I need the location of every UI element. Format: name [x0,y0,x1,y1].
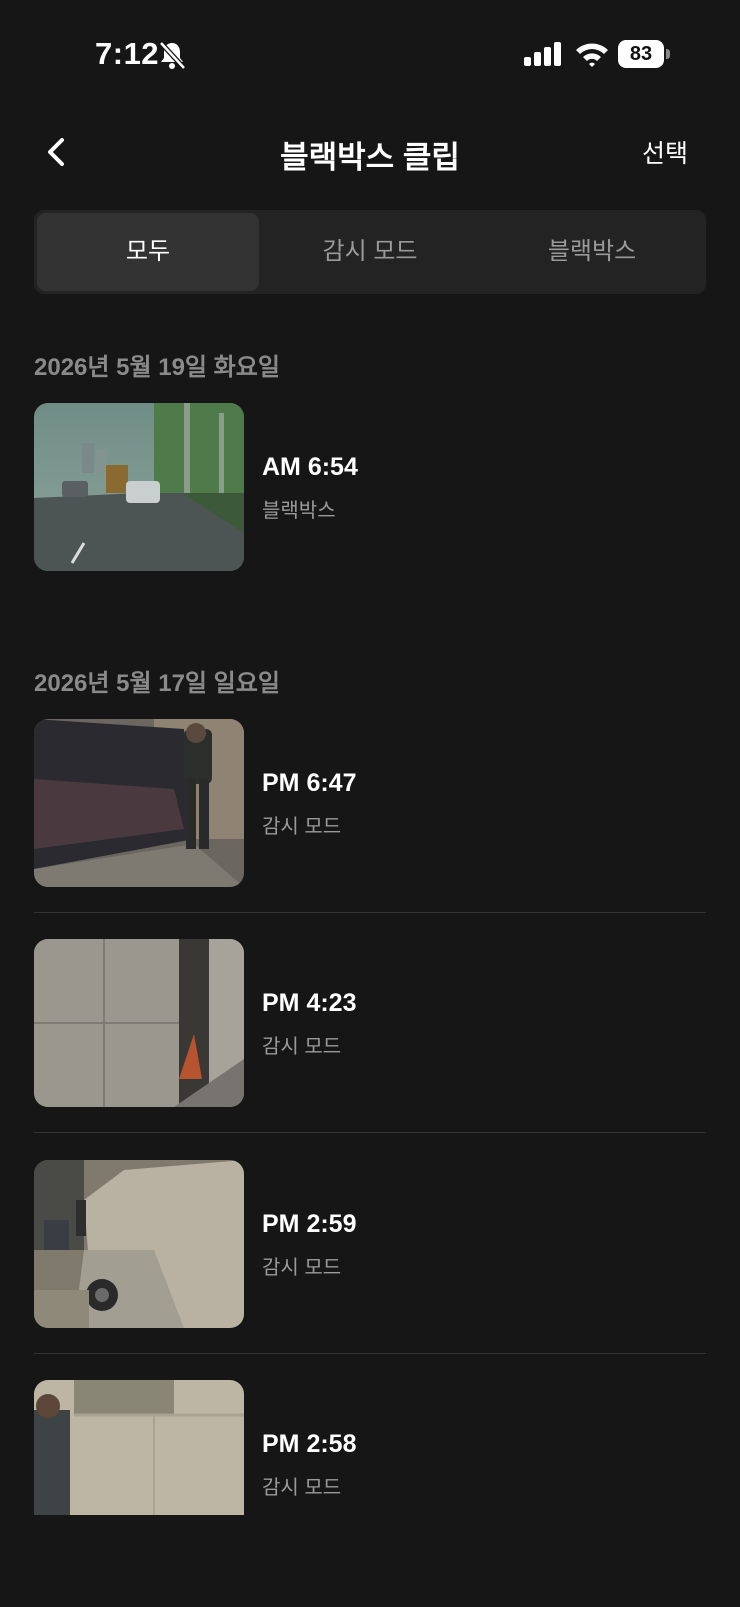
bell-muted-icon [158,40,186,70]
clip-thumbnail [34,1160,244,1328]
divider [34,1132,706,1133]
clip-row[interactable]: PM 2:58 감시 모드 [34,1380,706,1548]
status-time: 7:12 [95,36,160,71]
tab-all[interactable]: 모두 [37,213,259,291]
clip-row[interactable]: AM 6:54 블랙박스 [34,403,706,571]
clip-row[interactable]: PM 4:23 감시 모드 [34,939,706,1107]
status-bar: 7:12 83 [0,0,740,100]
clip-type: 감시 모드 [262,816,342,838]
date-heading: 2026년 5월 19일 화요일 [34,354,280,381]
clip-thumbnail [34,719,244,887]
battery-icon: 83 [618,40,670,68]
clip-time: PM 6:47 [262,769,357,797]
date-heading: 2026년 5월 17일 일요일 [34,670,280,697]
battery-level: 83 [618,40,664,68]
clip-time: AM 6:54 [262,453,358,481]
clip-type: 감시 모드 [262,1036,342,1058]
clip-thumbnail [34,1380,244,1515]
tab-dashcam[interactable]: 블랙박스 [481,213,703,291]
clip-thumbnail [34,403,244,571]
nav-header: 블랙박스 클립 선택 [0,120,740,190]
cellular-signal-icon [524,42,562,66]
clip-time: PM 2:58 [262,1430,357,1458]
page-title: 블랙박스 클립 [280,140,460,175]
clip-time: PM 4:23 [262,989,357,1017]
tab-sentry-mode[interactable]: 감시 모드 [259,213,481,291]
clip-type: 블랙박스 [262,500,336,522]
select-button[interactable]: 선택 [642,134,688,170]
clip-thumbnail [34,939,244,1107]
clip-type: 감시 모드 [262,1477,342,1499]
filter-segmented-control: 모두 감시 모드 블랙박스 [34,210,706,294]
clip-type: 감시 모드 [262,1257,342,1279]
divider [34,1353,706,1354]
clip-row[interactable]: PM 6:47 감시 모드 [34,719,706,887]
clip-time: PM 2:59 [262,1210,357,1238]
divider [34,912,706,913]
clip-row[interactable]: PM 2:59 감시 모드 [34,1160,706,1328]
wifi-icon [575,40,609,68]
